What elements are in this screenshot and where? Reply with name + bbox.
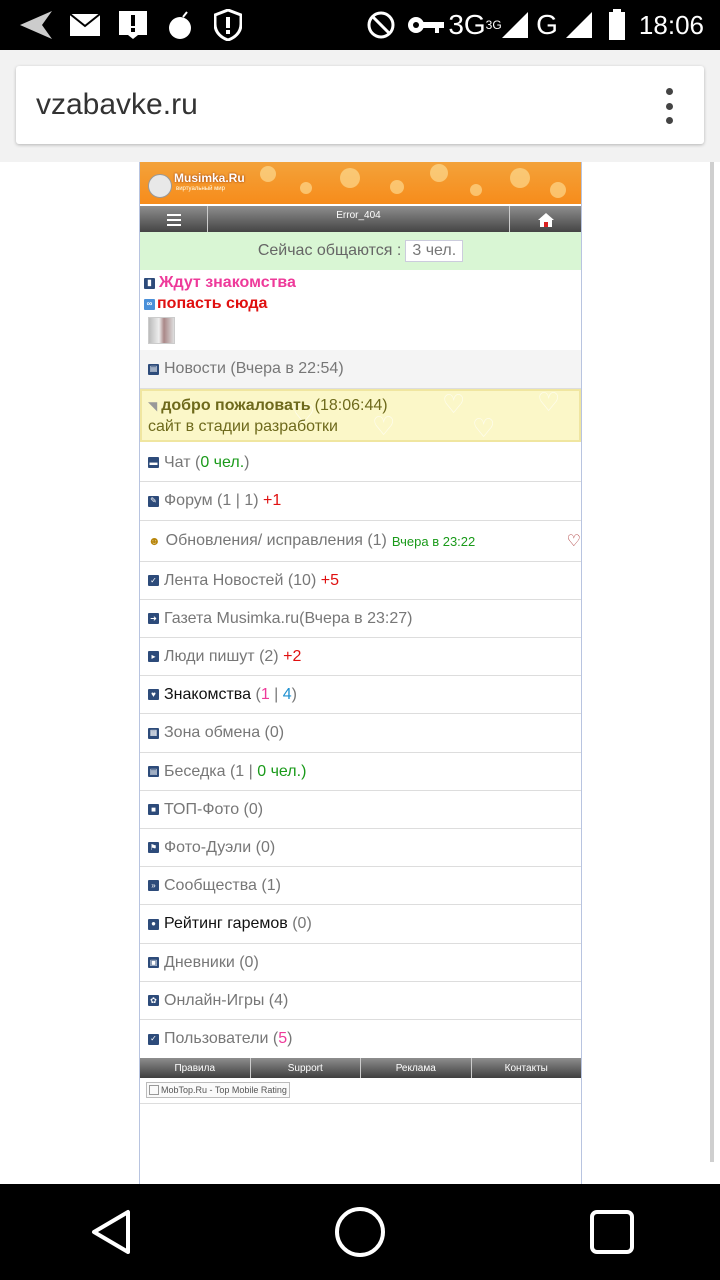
menu-item-feed[interactable]: ✓ Лента Новостей (10) +5	[140, 562, 581, 600]
menu-item-gazeta[interactable]: ➜ Газета Musimka.ru(Вчера в 23:27)	[140, 600, 581, 638]
news-header-row[interactable]: ▤ Новости (Вчера в 22:54)	[140, 350, 581, 389]
menu-item-games[interactable]: ✿ Онлайн-Игры (4)	[140, 982, 581, 1020]
online-counter: Сейчас общаются : 3 чел.	[140, 232, 581, 270]
site-navbar: Error_404	[140, 204, 581, 234]
rss-icon: ◥	[148, 399, 158, 413]
menu-item-diaries[interactable]: ▣ Дневники (0)	[140, 944, 581, 982]
chart-icon: ▮	[144, 277, 155, 289]
link-icon: ∞	[144, 298, 155, 310]
smiley-icon: ☻	[148, 534, 161, 548]
forward-icon: »	[148, 880, 159, 891]
mascot-logo-icon	[148, 174, 172, 198]
pencil-icon: ✎	[148, 495, 159, 507]
divider	[140, 1103, 581, 1104]
menu-item-updates[interactable]: ☻ Обновления/ исправления (1) Вчера в 23…	[140, 521, 581, 562]
alert-icon	[116, 9, 150, 41]
site-logo-sub: виртуальный мир	[176, 186, 225, 192]
url-text[interactable]: vzabavke.ru	[36, 88, 198, 122]
battery-icon	[606, 9, 628, 41]
status-bar: 3G 3G G 18:06	[0, 0, 720, 50]
bomb-icon	[166, 9, 196, 41]
heart-icon[interactable]: ♡	[567, 531, 581, 551]
menu-item-dating[interactable]: ♥ Знакомства (1 | 4)	[140, 676, 581, 714]
game-icon: ✿	[148, 995, 159, 1006]
chat-icon: ▬	[148, 457, 159, 468]
menu-item-exchange[interactable]: ▦ Зона обмена (0)	[140, 714, 581, 753]
featured-block: ▮ Ждут знакомства ∞ попасть сюда	[140, 270, 581, 351]
arrow-icon: ➜	[148, 613, 159, 624]
play-icon: ▸	[148, 651, 159, 662]
signal-arrow-icon	[18, 9, 54, 41]
scrollbar[interactable]	[710, 162, 714, 1162]
user-icon: ●	[148, 918, 159, 930]
mobtop-counter[interactable]: MobTop.Ru - Top Mobile Rating	[146, 1082, 290, 1098]
system-nav-bar	[0, 1184, 720, 1280]
do-not-disturb-icon	[364, 9, 398, 41]
check-icon: ✓	[148, 1033, 159, 1045]
recents-square-icon[interactable]	[584, 1204, 640, 1260]
menu-item-harems[interactable]: ● Рейтинг гаремов (0)	[140, 905, 581, 944]
menu-item-forum[interactable]: ✎ Форум (1 | 1) +1	[140, 482, 581, 521]
network-type-2: G	[536, 9, 558, 40]
home-circle-icon[interactable]	[332, 1204, 388, 1260]
clock: 18:06	[638, 10, 704, 40]
signal-icon	[498, 9, 532, 41]
footer-link-contacts[interactable]: Контакты	[472, 1058, 582, 1078]
mail-icon	[68, 9, 102, 41]
menu-item-users[interactable]: ✓ Пользователи (5)	[140, 1020, 581, 1058]
online-count[interactable]: 3 чел.	[405, 240, 464, 262]
news-text: сайт в стадии разработки	[148, 418, 338, 435]
flag-icon: ⚑	[148, 842, 159, 853]
waiting-dating[interactable]: ▮ Ждут знакомства	[144, 274, 296, 292]
user-thumbnail[interactable]	[148, 317, 175, 344]
address-bar[interactable]: vzabavke.ru	[16, 66, 704, 144]
camera-icon: ■	[148, 804, 159, 815]
diary-icon: ▣	[148, 957, 159, 968]
menu-item-besedka[interactable]: ▤ Беседка (1 | 0 чел.)	[140, 753, 581, 791]
get-here-link[interactable]: ∞ попасть сюда	[144, 295, 267, 313]
exchange-icon: ▦	[148, 727, 159, 739]
heart-box-icon: ♥	[148, 689, 159, 700]
site-page: Musimka.Ru виртуальный мир Error_404 Сей…	[139, 162, 582, 1184]
browser-toolbar: vzabavke.ru	[0, 50, 720, 162]
check-icon: ✓	[148, 575, 159, 586]
news-title-line: ◥ добро пожаловать (18:06:44)	[148, 397, 388, 414]
news-item[interactable]: ♡ ♡ ♡ ♡ ♡ ◥ добро пожаловать (18:06:44) …	[140, 389, 581, 442]
key-icon	[406, 9, 446, 41]
home-icon[interactable]	[511, 206, 581, 234]
site-banner[interactable]: Musimka.Ru виртуальный мир	[140, 162, 581, 204]
hamburger-icon[interactable]	[140, 206, 208, 234]
footer-link-support[interactable]: Support	[251, 1058, 361, 1078]
news-icon: ▤	[148, 363, 159, 375]
broken-image-icon	[149, 1085, 159, 1095]
web-content: Musimka.Ru виртуальный мир Error_404 Сей…	[0, 162, 720, 1184]
online-label: Сейчас общаются :	[257, 242, 402, 259]
username-link[interactable]: Error_404	[208, 206, 510, 234]
menu-item-photo-duels[interactable]: ⚑ Фото-Дуэли (0)	[140, 829, 581, 867]
signal-icon-2	[562, 9, 596, 41]
menu-item-top-photo[interactable]: ■ ТОП-Фото (0)	[140, 791, 581, 829]
site-logo: Musimka.Ru	[174, 171, 245, 185]
footer-link-rules[interactable]: Правила	[140, 1058, 251, 1078]
menu-item-chat[interactable]: ▬ Чат (0 чел.)	[140, 444, 581, 482]
back-triangle-icon[interactable]	[86, 1204, 142, 1260]
menu-item-communities[interactable]: » Сообщества (1)	[140, 867, 581, 905]
site-footer: Правила Support Реклама Контакты	[140, 1058, 581, 1078]
more-vert-icon[interactable]	[664, 88, 674, 124]
shield-alert-icon	[212, 9, 244, 41]
besedka-icon: ▤	[148, 766, 159, 777]
footer-link-ads[interactable]: Реклама	[361, 1058, 472, 1078]
menu-item-people[interactable]: ▸ Люди пишут (2) +2	[140, 638, 581, 676]
network-type: 3G 3G	[448, 9, 502, 40]
